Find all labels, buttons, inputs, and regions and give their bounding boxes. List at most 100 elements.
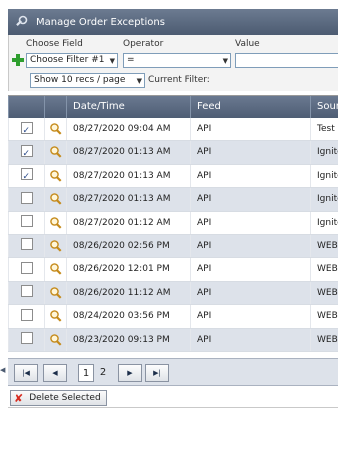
- prev-page-button[interactable]: ◀: [43, 364, 67, 382]
- first-page-button[interactable]: |◀: [14, 364, 38, 382]
- table-row[interactable]: 08/27/2020 01:13 AMAPIIgnite: [8, 164, 338, 189]
- row-checkbox[interactable]: [20, 238, 33, 251]
- last-page-button[interactable]: ▶|: [145, 364, 169, 382]
- chevron-down-icon: ▼: [136, 77, 142, 85]
- source-cell: Ignite: [310, 164, 338, 188]
- row-select-cell[interactable]: [8, 211, 44, 234]
- magnifier-icon[interactable]: [49, 309, 63, 323]
- magnifier-icon[interactable]: [49, 333, 63, 347]
- add-filter-icon[interactable]: [12, 54, 24, 66]
- source-cell: Ignite: [310, 141, 338, 164]
- page-size-select[interactable]: Show 10 recs / page ▼: [30, 73, 145, 88]
- row-view-cell[interactable]: [44, 328, 66, 351]
- feed-cell: API: [190, 164, 310, 188]
- magnifier-icon[interactable]: [49, 216, 63, 230]
- datetime-cell: 08/27/2020 01:13 AM: [66, 188, 190, 211]
- feed-cell: API: [190, 188, 310, 211]
- delete-selected-button[interactable]: ✘ Delete Selected: [10, 390, 107, 406]
- magnifier-icon[interactable]: [49, 262, 63, 276]
- feed-cell: API: [190, 211, 310, 234]
- row-select-cell[interactable]: [8, 141, 44, 164]
- table-row[interactable]: 08/24/2020 03:56 PMAPIWEB -: [8, 305, 338, 329]
- header-datetime[interactable]: Date/Time: [66, 96, 190, 118]
- source-cell: WEB -: [310, 234, 338, 258]
- row-select-cell[interactable]: [8, 118, 44, 141]
- row-checkbox[interactable]: [20, 120, 33, 140]
- next-page-button[interactable]: ▶: [118, 364, 142, 382]
- current-filter-label: Current Filter:: [148, 75, 210, 85]
- row-select-cell[interactable]: [8, 305, 44, 328]
- value-input[interactable]: [235, 53, 338, 68]
- magnifier-icon[interactable]: [49, 145, 63, 159]
- delete-icon: ✘: [14, 391, 24, 405]
- row-checkbox[interactable]: [20, 308, 33, 321]
- row-view-cell[interactable]: [44, 281, 66, 305]
- header-source[interactable]: Sourc: [310, 96, 338, 118]
- row-view-cell[interactable]: [44, 234, 66, 258]
- filter-bar: Choose Field Operator Value Choose Filte…: [8, 35, 338, 91]
- row-view-cell[interactable]: [44, 258, 66, 281]
- table-row[interactable]: 08/27/2020 01:12 AMAPIIgnite: [8, 211, 338, 235]
- row-view-cell[interactable]: [44, 188, 66, 211]
- source-cell: WEB -: [310, 305, 338, 328]
- header-view: [44, 96, 66, 118]
- table-row[interactable]: 08/27/2020 01:13 AMAPIIgnite: [8, 188, 338, 212]
- magnifier-icon[interactable]: [49, 286, 63, 300]
- row-view-cell[interactable]: [44, 118, 66, 141]
- row-select-cell[interactable]: [8, 328, 44, 351]
- source-cell: WEB -: [310, 328, 338, 351]
- row-checkbox[interactable]: [20, 285, 33, 298]
- row-view-cell[interactable]: [44, 211, 66, 234]
- feed-cell: API: [190, 281, 310, 305]
- page-size-value: Show 10 recs / page: [34, 75, 126, 85]
- chevron-down-icon: ▼: [222, 57, 228, 65]
- row-select-cell[interactable]: [8, 281, 44, 305]
- source-cell: WEB -: [310, 258, 338, 281]
- row-select-cell[interactable]: [8, 164, 44, 188]
- table-row[interactable]: 08/26/2020 12:01 PMAPIWEB -: [8, 258, 338, 282]
- row-checkbox[interactable]: [20, 215, 33, 228]
- row-view-cell[interactable]: [44, 141, 66, 164]
- field-select-value: Choose Filter #1: [30, 55, 105, 65]
- chevron-down-icon: ▼: [109, 57, 115, 65]
- row-checkbox[interactable]: [20, 261, 33, 274]
- header-select[interactable]: [8, 96, 44, 118]
- row-select-cell[interactable]: [8, 234, 44, 258]
- row-view-cell[interactable]: [44, 164, 66, 188]
- row-checkbox[interactable]: [20, 191, 33, 204]
- delete-selected-label: Delete Selected: [29, 393, 101, 403]
- feed-cell: API: [190, 118, 310, 141]
- table-row[interactable]: 08/27/2020 09:04 AMAPITest Sc: [8, 118, 338, 142]
- magnifier-icon[interactable]: [49, 239, 63, 253]
- operator-select[interactable]: = ▼: [123, 53, 231, 68]
- exceptions-grid: Date/Time Feed Sourc 08/27/2020 09:04 AM…: [8, 95, 338, 352]
- source-cell: Test Sc: [310, 118, 338, 141]
- datetime-cell: 08/26/2020 02:56 PM: [66, 234, 190, 258]
- header-feed[interactable]: Feed: [190, 96, 310, 118]
- table-row[interactable]: 08/27/2020 01:13 AMAPIIgnite: [8, 141, 338, 165]
- datetime-cell: 08/24/2020 03:56 PM: [66, 305, 190, 328]
- table-row[interactable]: 08/26/2020 02:56 PMAPIWEB -: [8, 234, 338, 259]
- datetime-cell: 08/27/2020 01:12 AM: [66, 211, 190, 234]
- magnifier-icon[interactable]: [49, 169, 63, 183]
- magnifier-icon[interactable]: [49, 192, 63, 206]
- row-view-cell[interactable]: [44, 305, 66, 328]
- grid-header: Date/Time Feed Sourc: [8, 96, 338, 118]
- magnifier-icon[interactable]: [49, 122, 63, 136]
- divider: [8, 407, 338, 408]
- row-checkbox[interactable]: [20, 332, 33, 345]
- datetime-cell: 08/23/2020 09:13 PM: [66, 328, 190, 351]
- row-select-cell[interactable]: [8, 188, 44, 211]
- row-select-cell[interactable]: [8, 258, 44, 281]
- page-number[interactable]: 2: [95, 364, 111, 382]
- field-select[interactable]: Choose Filter #1 ▼: [26, 53, 118, 68]
- table-row[interactable]: 08/23/2020 09:13 PMAPIWEB -: [8, 328, 338, 352]
- page-number-current[interactable]: 1: [78, 364, 94, 382]
- row-checkbox[interactable]: [20, 143, 33, 164]
- splitter-arrow-icon[interactable]: ◀: [0, 366, 5, 374]
- feed-cell: API: [190, 141, 310, 164]
- row-checkbox[interactable]: [20, 166, 33, 187]
- table-row[interactable]: 08/26/2020 11:12 AMAPIWEB -: [8, 281, 338, 306]
- feed-cell: API: [190, 234, 310, 258]
- choose-field-label: Choose Field: [26, 39, 83, 49]
